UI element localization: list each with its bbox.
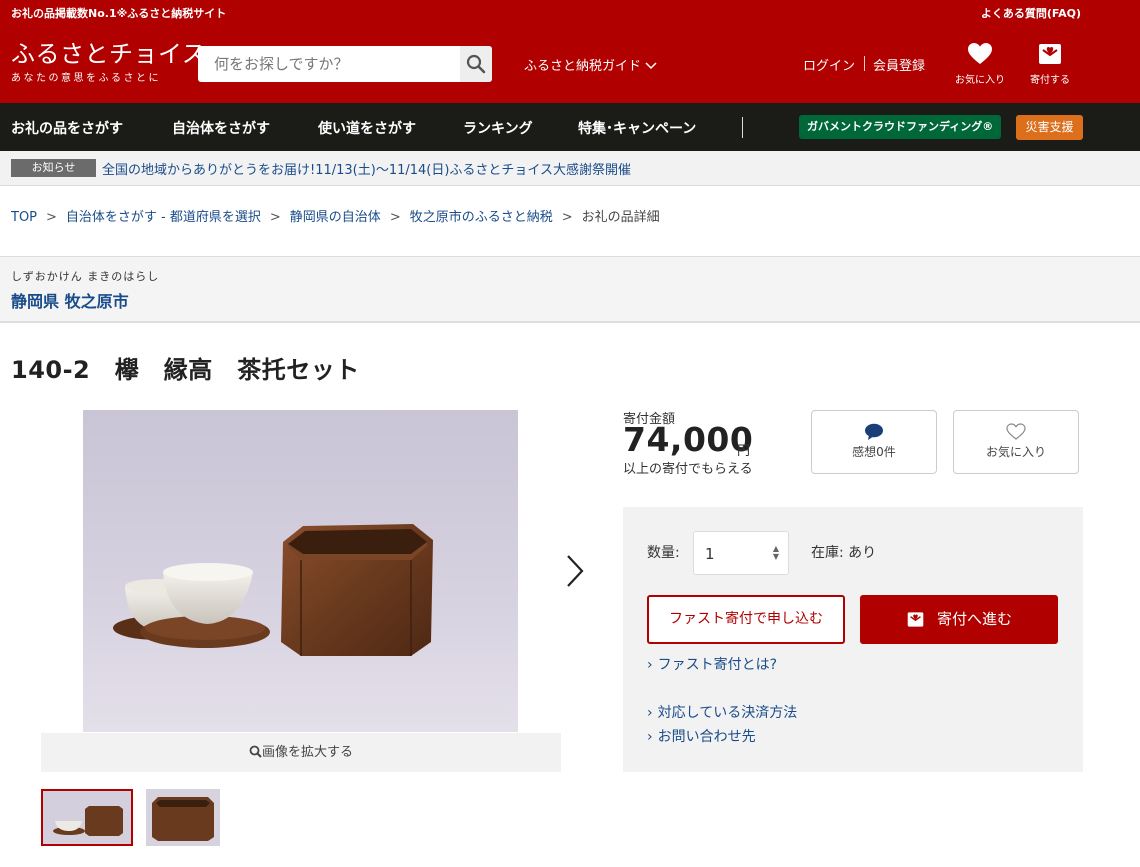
- logo-sub-text: あなたの意思をふるさとに: [11, 73, 161, 84]
- donate-box-icon: [907, 612, 924, 627]
- notice-badge: お知らせ: [11, 159, 96, 177]
- product-title: 140-2 欅 縁高 茶托セット: [11, 356, 360, 384]
- search-button[interactable]: [460, 46, 492, 82]
- speech-bubble-icon: [865, 423, 883, 440]
- notice-bar: お知らせ 全国の地域からありがとうをお届け!11/13(土)〜11/14(日)ふ…: [0, 151, 1140, 186]
- municipality-name[interactable]: 静岡県 牧之原市: [11, 288, 129, 312]
- guide-label: ふるさと納税ガイド: [524, 59, 642, 74]
- product-image[interactable]: [83, 410, 518, 732]
- chevron-down-icon: [645, 59, 657, 74]
- disaster-support-button[interactable]: 災害支援: [1016, 115, 1083, 140]
- register-link[interactable]: 会員登録: [873, 55, 925, 74]
- chevron-right-icon: ›: [647, 657, 653, 673]
- breadcrumb: TOP > 自治体をさがす - 都道府県を選択 > 静岡県の自治体 > 牧之原市のふるさと納…: [11, 206, 660, 225]
- link-label: 対応している決済方法: [657, 705, 798, 721]
- donate-label: 寄付する: [1030, 75, 1070, 86]
- magnifier-icon: [249, 745, 262, 758]
- breadcrumb-separator: >: [46, 210, 57, 225]
- link-label: ファスト寄付とは?: [657, 657, 778, 673]
- site-tagline: お礼の品掲載数No.1※ふるさと納税サイト: [11, 7, 227, 20]
- faq-link[interactable]: よくある質問(FAQ): [981, 5, 1081, 21]
- favorites-label: お気に入り: [955, 75, 1005, 86]
- quantity-value: 1: [705, 545, 715, 563]
- quantity-select[interactable]: 1 ▲ ▼: [693, 531, 789, 575]
- breadcrumb-separator: >: [389, 210, 401, 225]
- price-note: 以上の寄付でもらえる: [623, 462, 753, 477]
- main-nav: お礼の品をさがす 自治体をさがす 使い道をさがす ランキング 特集･キャンペーン…: [0, 103, 1140, 151]
- nav-item-features[interactable]: 特集･キャンペーン: [578, 118, 696, 138]
- price-value: 74,000: [623, 420, 754, 459]
- breadcrumb-makinohara[interactable]: 牧之原市のふるさと納税: [410, 210, 553, 225]
- spinner-icon: ▲ ▼: [772, 544, 779, 561]
- breadcrumb-separator: >: [269, 210, 281, 225]
- chevron-right-icon: [567, 555, 584, 587]
- site-header: ふるさとチョイス あなたの意思をふるさとに ふるさと納税ガイド ログイン 会員登…: [0, 24, 1140, 103]
- link-fast-donate-info[interactable]: › ファスト寄付とは?: [647, 654, 777, 674]
- price-unit: 円: [737, 444, 751, 459]
- thumbnail-1[interactable]: [41, 789, 133, 846]
- breadcrumb-separator: >: [561, 210, 573, 225]
- heart-icon: [968, 43, 992, 64]
- top-strip: お礼の品掲載数No.1※ふるさと納税サイト よくある質問(FAQ): [0, 0, 1140, 24]
- furusato-guide-menu[interactable]: ふるさと納税ガイド: [524, 55, 657, 74]
- donate-box-icon: [1039, 44, 1061, 64]
- site-logo[interactable]: ふるさとチョイス あなたの意思をふるさとに: [11, 40, 206, 84]
- thumbnail-2[interactable]: [146, 789, 220, 846]
- nav-divider: [742, 117, 743, 138]
- login-link[interactable]: ログイン: [803, 55, 855, 74]
- chevron-right-icon: ›: [647, 705, 653, 721]
- link-contact[interactable]: › お問い合わせ先: [647, 726, 756, 746]
- chevron-right-icon: ›: [647, 729, 653, 745]
- notice-message[interactable]: 全国の地域からありがとうをお届け!11/13(土)〜11/14(日)ふるさとチョ…: [102, 159, 631, 178]
- breadcrumb-prefecture[interactable]: 自治体をさがす - 都道府県を選択: [66, 210, 261, 225]
- nav-item-gifts[interactable]: お礼の品をさがす: [11, 118, 123, 138]
- favorites-button[interactable]: お気に入り: [950, 42, 1010, 86]
- proceed-donate-button[interactable]: 寄付へ進む: [860, 595, 1058, 644]
- breadcrumb-shizuoka[interactable]: 静岡県の自治体: [290, 210, 381, 225]
- logo-main-text: ふるさとチョイス: [11, 40, 207, 68]
- next-image-button[interactable]: [564, 553, 586, 589]
- search-input[interactable]: [198, 46, 460, 82]
- breadcrumb-current: お礼の品詳細: [581, 210, 660, 225]
- header-separator: [864, 56, 865, 71]
- fast-donate-button[interactable]: ファスト寄付で申し込む: [647, 595, 845, 644]
- reviews-label: 感想0件: [852, 445, 896, 459]
- favorite-button[interactable]: お気に入り: [953, 410, 1079, 474]
- heart-outline-icon: [1006, 423, 1026, 440]
- municipality-header: しずおかけん まきのはらし 静岡県 牧之原市: [0, 256, 1140, 323]
- nav-item-ranking[interactable]: ランキング: [463, 118, 533, 138]
- reviews-button[interactable]: 感想0件: [811, 410, 937, 474]
- search-icon: [466, 54, 486, 74]
- link-payment-methods[interactable]: › 対応している決済方法: [647, 702, 797, 722]
- municipality-kana: しずおかけん まきのはらし: [11, 270, 160, 283]
- nav-item-municipalities[interactable]: 自治体をさがす: [172, 118, 270, 138]
- zoom-label: 画像を拡大する: [261, 745, 353, 760]
- stock-status: 在庫: あり: [811, 545, 877, 561]
- quantity-label: 数量:: [647, 545, 680, 561]
- nav-item-uses[interactable]: 使い道をさがす: [318, 118, 416, 138]
- search-box: [198, 46, 492, 82]
- donate-header-button[interactable]: 寄付する: [1020, 42, 1080, 86]
- breadcrumb-top[interactable]: TOP: [11, 210, 37, 225]
- link-label: お問い合わせ先: [657, 729, 756, 745]
- proceed-donate-label: 寄付へ進む: [936, 610, 1012, 628]
- gcf-button[interactable]: ガバメントクラウドファンディング®: [799, 115, 1002, 139]
- favorite-label: お気に入り: [985, 445, 1046, 459]
- zoom-image-button[interactable]: 画像を拡大する: [41, 733, 561, 772]
- order-panel: 数量: 1 ▲ ▼ 在庫: あり ファスト寄付で申し込む 寄付へ進む › ファスト寄…: [623, 507, 1083, 772]
